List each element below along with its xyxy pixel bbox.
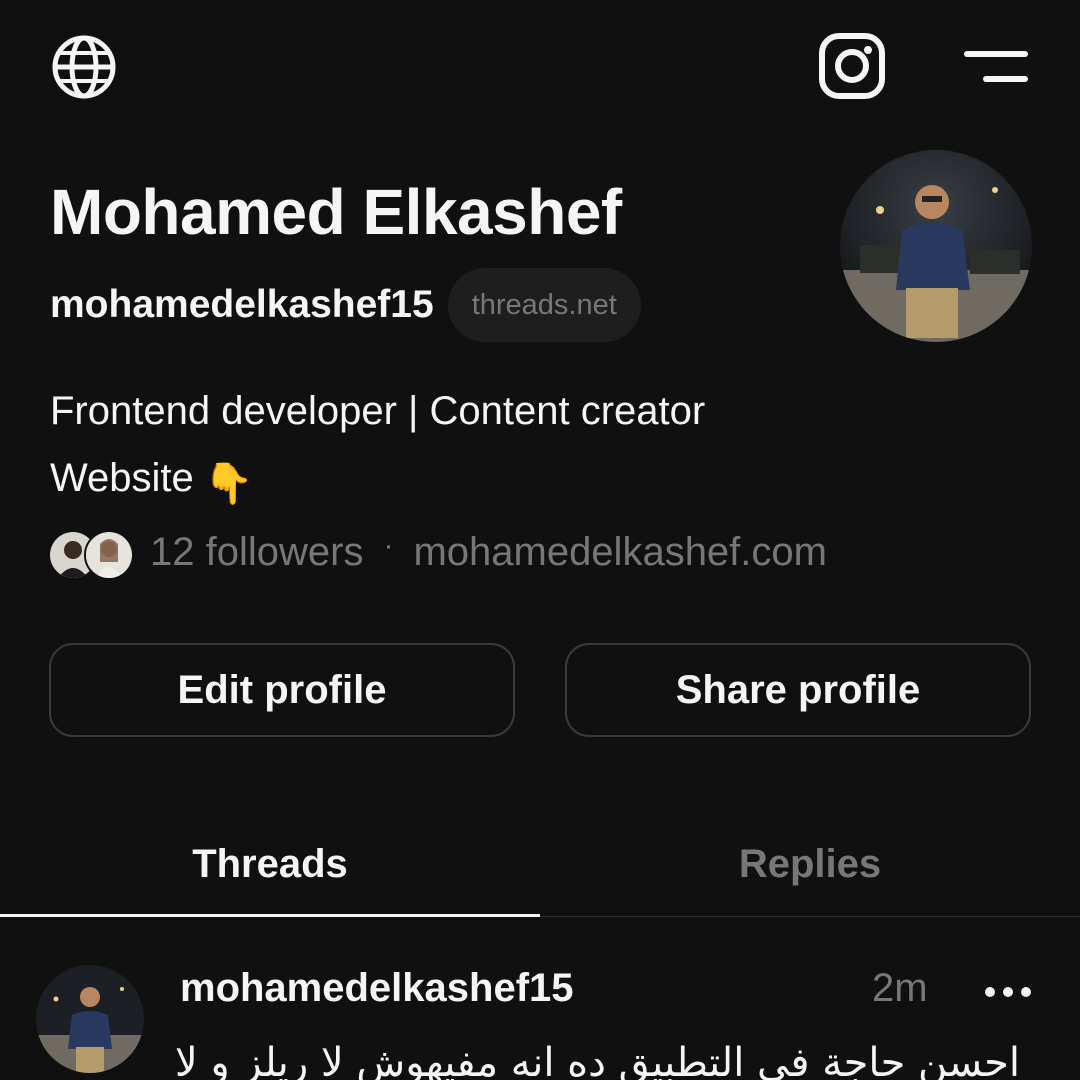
domain-badge[interactable]: threads.net xyxy=(447,268,641,342)
more-options-icon[interactable] xyxy=(984,980,1032,1004)
bio-line-2: Website 👇 xyxy=(50,445,705,518)
followers-row: 12 followers · mohamedelkashef.com xyxy=(48,522,827,582)
post-author-avatar[interactable] xyxy=(36,965,144,1073)
active-tab-indicator xyxy=(0,914,540,917)
website-link[interactable]: mohamedelkashef.com xyxy=(413,530,827,575)
separator-dot: · xyxy=(383,529,394,562)
profile-avatar[interactable] xyxy=(840,150,1032,342)
menu-icon[interactable] xyxy=(964,48,1028,86)
share-profile-button[interactable]: Share profile xyxy=(565,643,1031,737)
bio-website-text: Website xyxy=(50,456,194,500)
post-username[interactable]: mohamedelkashef15 xyxy=(180,966,574,1011)
profile-name: Mohamed Elkashef xyxy=(50,176,622,248)
tab-replies[interactable]: Replies xyxy=(540,812,1080,916)
threads-profile-screen: Mohamed Elkashef mohamedelkashef15 threa… xyxy=(0,0,1080,1080)
globe-icon[interactable] xyxy=(50,33,118,101)
handle-row: mohamedelkashef15 threads.net xyxy=(50,268,641,342)
bio: Frontend developer | Content creator Web… xyxy=(50,378,705,518)
follower-avatars[interactable] xyxy=(48,526,134,580)
profile-handle: mohamedelkashef15 xyxy=(50,283,434,326)
post-timestamp: 2m xyxy=(872,966,928,1010)
tab-divider xyxy=(540,916,1080,917)
post-text: احسن حاجة في التطبيق ده انه مفيهوش لا ري… xyxy=(174,1040,1020,1080)
followers-count[interactable]: 12 followers xyxy=(150,530,363,575)
pointing-down-emoji: 👇 xyxy=(203,462,254,506)
tab-threads[interactable]: Threads xyxy=(0,812,540,916)
edit-profile-button[interactable]: Edit profile xyxy=(49,643,515,737)
follower-avatar xyxy=(84,530,134,580)
instagram-icon[interactable] xyxy=(818,32,886,100)
bio-line-1: Frontend developer | Content creator xyxy=(50,389,706,433)
